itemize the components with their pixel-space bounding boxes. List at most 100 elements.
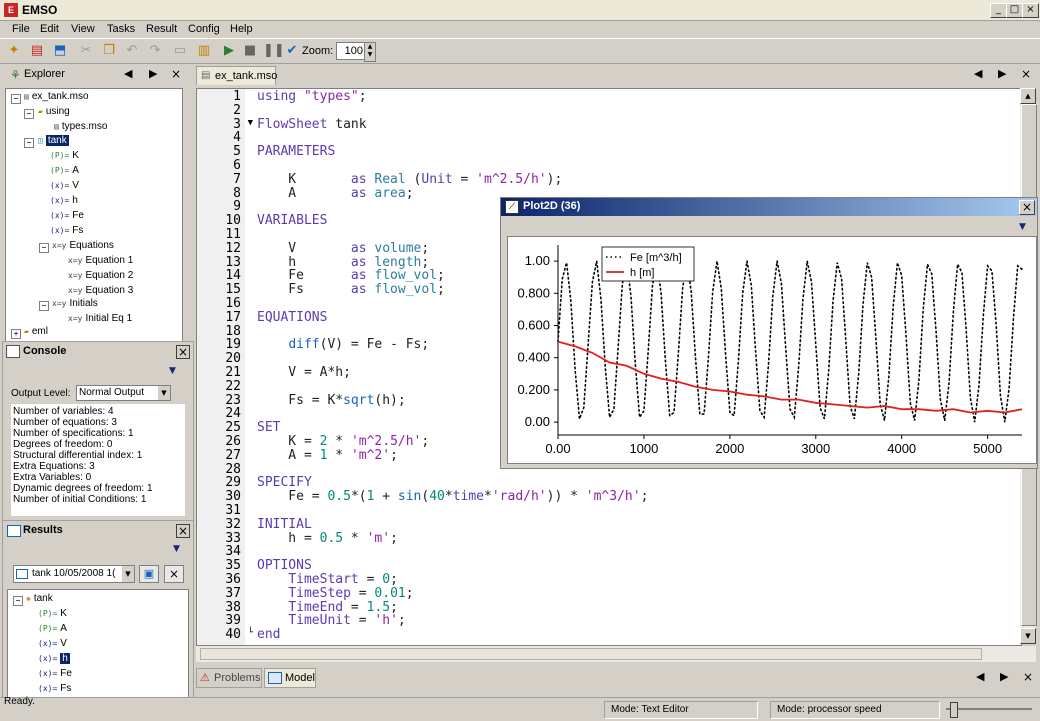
tree-item-Fe[interactable]: (x)= Fe bbox=[50, 210, 84, 221]
tree-item-types[interactable]: ▤ types.mso bbox=[54, 121, 107, 132]
tree-item-tank[interactable]: ◫ tank bbox=[38, 135, 69, 146]
console-close-icon[interactable]: × bbox=[176, 345, 190, 359]
pause-icon[interactable]: ❚❚ bbox=[263, 43, 285, 59]
explorer-close-icon[interactable]: × bbox=[170, 68, 182, 80]
expand-toggle[interactable]: − bbox=[39, 301, 49, 311]
delete-result-icon[interactable]: × bbox=[164, 565, 184, 583]
nav-left-icon[interactable]: ◀ bbox=[124, 67, 132, 80]
results-close-icon[interactable]: × bbox=[176, 524, 190, 538]
save-result-icon[interactable]: ▣ bbox=[139, 565, 159, 583]
run-select[interactable]: tank 10/05/2008 1( ▼ bbox=[13, 565, 135, 583]
check-icon[interactable]: ✔ bbox=[284, 43, 300, 59]
explorer-tab[interactable]: Explorer bbox=[24, 68, 65, 80]
menu-result[interactable]: Result bbox=[146, 23, 177, 35]
result-item-A[interactable]: (P)= A bbox=[38, 623, 67, 634]
plot-close-icon[interactable]: × bbox=[1019, 200, 1035, 215]
new-project-icon[interactable]: ✦ bbox=[6, 43, 22, 59]
editor-hscrollbar[interactable] bbox=[196, 646, 1036, 662]
expand-toggle[interactable]: − bbox=[24, 138, 34, 148]
line-number: 1 bbox=[233, 89, 241, 104]
result-item-Fe[interactable]: (x)= Fe bbox=[38, 668, 72, 679]
nav-left-icon[interactable]: ◀ bbox=[974, 67, 982, 80]
redo-icon[interactable]: ↷ bbox=[147, 43, 163, 59]
tree-item-A[interactable]: (P)= A bbox=[50, 165, 79, 176]
minimize-button[interactable]: _ bbox=[990, 3, 1007, 18]
bottom-close-icon[interactable]: × bbox=[1022, 671, 1034, 683]
line-number: 20 bbox=[225, 351, 241, 367]
undo-icon[interactable]: ↶ bbox=[124, 43, 140, 59]
tree-item-K[interactable]: (P)= K bbox=[50, 150, 79, 161]
tab-problems[interactable]: ⚠ Problems bbox=[196, 668, 262, 688]
chevron-down-icon[interactable]: ▼ bbox=[158, 386, 170, 400]
cut-icon[interactable]: ✂ bbox=[78, 43, 94, 59]
nav-right-icon[interactable]: ▶ bbox=[998, 67, 1006, 80]
result-item-V[interactable]: (x)= V bbox=[38, 638, 67, 649]
nav-right-icon[interactable]: ▶ bbox=[1000, 670, 1008, 683]
speed-slider[interactable] bbox=[946, 702, 1032, 718]
tree-item-equation-2[interactable]: x=y Equation 2 bbox=[68, 270, 133, 281]
menu-help[interactable]: Help bbox=[230, 23, 253, 35]
scroll-up-icon[interactable]: ▲ bbox=[1020, 88, 1036, 104]
tree-item-ex-tank[interactable]: ▤ ex_tank.mso bbox=[24, 91, 89, 102]
code-line: TimeEnd = 1.5; bbox=[288, 599, 398, 615]
expand-toggle[interactable]: − bbox=[11, 94, 21, 104]
line-number: 4 bbox=[233, 130, 241, 146]
zoom-input[interactable]: 100 bbox=[336, 42, 366, 60]
expand-toggle[interactable]: − bbox=[24, 109, 34, 119]
menu-file[interactable]: File bbox=[12, 23, 30, 35]
tree-item-V[interactable]: (x)= V bbox=[50, 180, 79, 191]
result-item-h[interactable]: (x)= h bbox=[38, 653, 70, 664]
expand-toggle[interactable]: − bbox=[39, 243, 49, 253]
stop-icon[interactable]: ■ bbox=[242, 43, 258, 59]
fold-marker-icon[interactable]: └ bbox=[223, 628, 253, 638]
tab-ex-tank[interactable]: ▤ ex_tank.mso bbox=[196, 66, 277, 85]
output-level-select[interactable]: Normal Output ▼ bbox=[76, 385, 171, 401]
maximize-button[interactable]: □ bbox=[1006, 3, 1023, 18]
result-item-Fs[interactable]: (x)= Fs bbox=[38, 683, 71, 694]
run-icon[interactable]: ▶ bbox=[221, 43, 237, 59]
y-tick-label: 0.800 bbox=[517, 285, 550, 300]
paste-icon[interactable]: ▭ bbox=[172, 43, 188, 59]
menu-tasks[interactable]: Tasks bbox=[107, 23, 135, 35]
result-item-tank[interactable]: ◈ tank bbox=[26, 593, 53, 604]
tree-item-eml[interactable]: ▰ eml bbox=[24, 326, 48, 337]
scroll-down-icon[interactable]: ▼ bbox=[1020, 628, 1036, 644]
console-menu-icon[interactable]: ▼ bbox=[169, 366, 176, 376]
console-line: Number of variables: 4 bbox=[13, 406, 114, 417]
result-item-K[interactable]: (P)= K bbox=[38, 608, 67, 619]
zoom-spinner[interactable]: ▲ ▼ bbox=[364, 42, 376, 62]
tree-item-Fs[interactable]: (x)= Fs bbox=[50, 225, 83, 236]
tree-item-using[interactable]: ▰ using bbox=[38, 106, 70, 117]
hscroll-thumb[interactable] bbox=[200, 648, 982, 660]
slider-thumb[interactable] bbox=[950, 702, 958, 718]
clipboard-icon[interactable]: ▥ bbox=[196, 43, 212, 59]
tree-item-h[interactable]: (x)= h bbox=[50, 195, 78, 206]
console-icon bbox=[6, 345, 20, 358]
copy-icon[interactable]: ❐ bbox=[101, 43, 117, 59]
expand-toggle[interactable]: + bbox=[11, 329, 21, 339]
close-button[interactable]: × bbox=[1022, 3, 1039, 18]
results-menu-icon[interactable]: ▼ bbox=[173, 544, 180, 554]
open-icon[interactable]: ⬒ bbox=[52, 43, 68, 59]
legend-label-h: h [m] bbox=[630, 267, 654, 279]
expand-toggle[interactable]: − bbox=[13, 596, 23, 606]
nav-right-icon[interactable]: ▶ bbox=[149, 67, 157, 80]
chevron-down-icon[interactable]: ▼ bbox=[122, 566, 134, 582]
tree-item-equation-3[interactable]: x=y Equation 3 bbox=[68, 285, 133, 296]
tree-item-initial-eq-1[interactable]: x=y Initial Eq 1 bbox=[68, 313, 132, 324]
editor-close-icon[interactable]: × bbox=[1020, 68, 1032, 80]
menu-edit[interactable]: Edit bbox=[40, 23, 59, 35]
fold-marker-icon[interactable]: ▼ bbox=[223, 118, 253, 128]
x-tick-label: 5000 bbox=[973, 441, 1002, 456]
menu-config[interactable]: Config bbox=[188, 23, 220, 35]
console-panel: Console × ▼ Output Level: Normal Output … bbox=[2, 341, 194, 521]
tree-item-equations[interactable]: x=y Equations bbox=[52, 240, 114, 251]
menu-view[interactable]: View bbox=[71, 23, 95, 35]
new-file-icon[interactable]: ▤ bbox=[29, 43, 45, 59]
tab-model[interactable]: Model bbox=[264, 668, 316, 688]
line-number: 25 bbox=[225, 420, 241, 436]
tree-item-equation-1[interactable]: x=y Equation 1 bbox=[68, 255, 133, 266]
nav-left-icon[interactable]: ◀ bbox=[976, 670, 984, 683]
tree-item-initials[interactable]: x=y Initials bbox=[52, 298, 98, 309]
plot-menu-icon[interactable]: ▼ bbox=[1019, 222, 1026, 232]
